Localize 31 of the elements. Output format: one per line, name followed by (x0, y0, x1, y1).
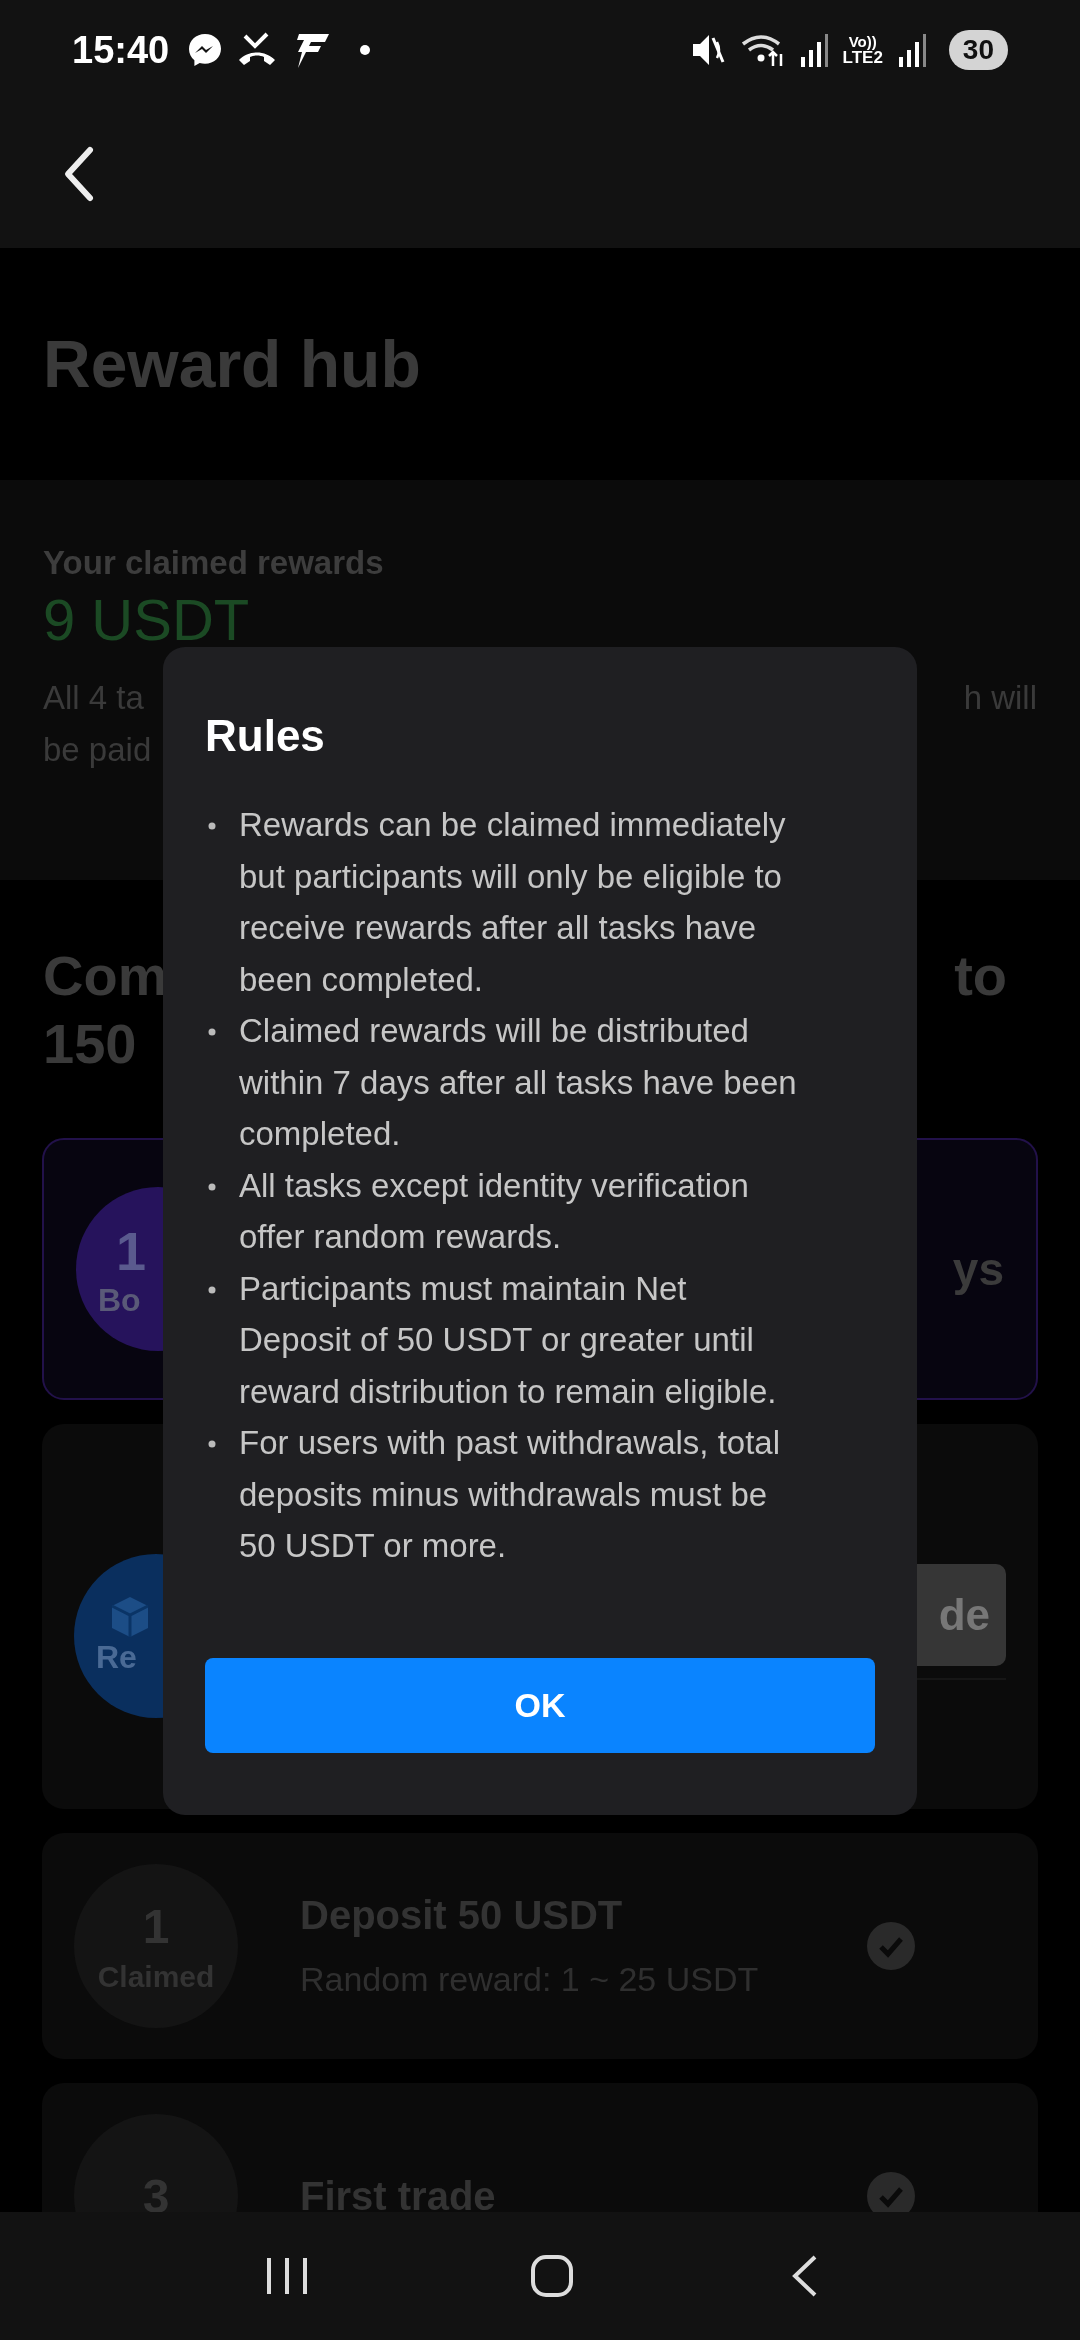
network-label: LTE2 (842, 49, 883, 66)
badge-value: 1 (116, 1219, 147, 1282)
badge-label: Bo (98, 1281, 141, 1319)
messenger-icon (187, 32, 224, 68)
ok-button[interactable]: OK (205, 1658, 875, 1753)
signal-icon (896, 33, 927, 67)
clock: 15:40 (72, 28, 170, 72)
section-heading: 150 (43, 1011, 137, 1077)
rule-text: Claimed rewards will be distributed within 7 days after all tasks have been completed. (239, 1011, 798, 1154)
page-title: Reward hub (43, 326, 421, 402)
bullet-icon (207, 1027, 217, 1037)
battery-indicator: 30 (948, 30, 1008, 70)
rule-text: All tasks except identity verification offer random rewards. (239, 1165, 750, 1257)
section-heading: Com (43, 943, 168, 1009)
bullet-icon (207, 1439, 217, 1449)
reward-amount: 9 USDT (43, 588, 251, 652)
dialog-title: Rules (205, 711, 326, 761)
missed-call-icon (237, 32, 278, 68)
home-icon[interactable] (530, 2254, 574, 2298)
wifi-icon (740, 32, 785, 68)
bullet-icon (207, 1181, 217, 1192)
signal-icon (798, 33, 829, 67)
bullet-icon (207, 1284, 217, 1295)
rule-text: Rewards can be claimed immediately but participants will only be eligible to receive rewards after all tasks have been completed. (239, 805, 787, 1000)
cube-icon (110, 1595, 150, 1639)
rule-text: Participants must maintain Net Deposit of 50 USDT or greater until reward distribution to remain eligible. (239, 1268, 778, 1412)
bullet-icon (207, 821, 217, 831)
section-heading: to (954, 943, 1007, 1009)
dot-icon (359, 44, 372, 56)
badge-label: Re (96, 1639, 137, 1676)
rule-text: For users with past withdrawals, total deposits minus withdrawals must be 50 USDT or more. (239, 1423, 782, 1566)
